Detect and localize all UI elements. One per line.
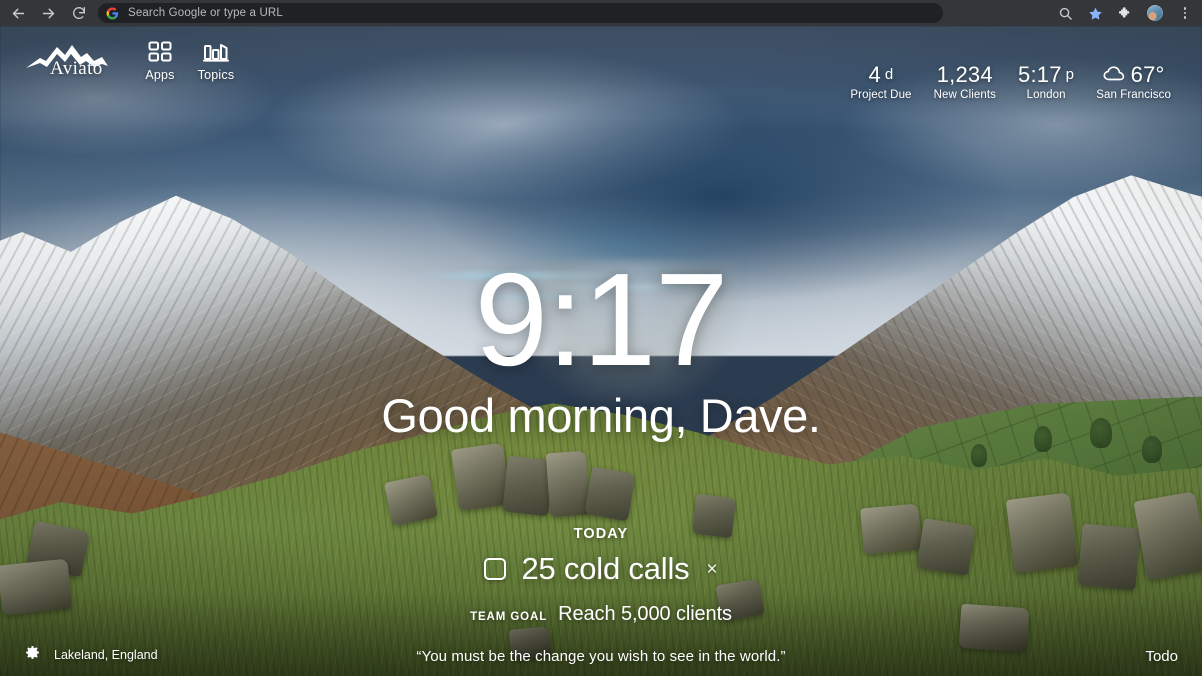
grid-apps-icon [148,41,172,62]
stat-london-time[interactable]: 5:17 p London [1007,62,1085,101]
stat-unit: p [1065,66,1075,83]
sidebar-item-apps[interactable]: Apps [132,41,188,82]
puzzle-piece-icon[interactable] [1117,5,1133,21]
stat-weather[interactable]: 67° San Francisco [1085,62,1182,101]
team-goal-text[interactable]: Reach 5,000 clients [558,603,732,626]
search-icon[interactable] [1057,5,1073,21]
address-bar[interactable]: Search Google or type a URL [98,3,943,23]
todo-link[interactable]: Todo [1145,648,1178,665]
unchecked-checkbox-icon[interactable] [484,558,507,580]
today-label: TODAY [573,526,629,542]
star-icon[interactable] [1087,5,1103,21]
navigation-buttons [0,5,87,22]
brand-logo[interactable]: Aviato [24,38,110,82]
address-bar-placeholder: Search Google or type a URL [128,7,283,19]
stat-new-clients[interactable]: 1,234 New Clients [923,62,1007,101]
stat-value: 1,234 [936,62,993,87]
stat-caption: Project Due [850,89,912,101]
cloud-icon [1103,62,1127,87]
avatar[interactable] [1147,5,1163,21]
stat-caption: London [1026,89,1066,101]
stat-value: 4 [868,62,881,87]
stat-caption: San Francisco [1096,89,1171,101]
clock: 9:17 [474,246,729,393]
greeting: Good morning, Dave. [381,389,821,442]
browser-toolbar: Search Google or type a URL [0,0,1202,26]
sidebar-item-label: Apps [145,68,175,82]
forward-arrow-icon[interactable] [40,5,57,22]
new-tab-page: Aviato Apps Topics 4 d Project Due 1,234… [0,26,1202,676]
todo-item: 25 cold calls × [0,551,1202,587]
stat-caption: New Clients [933,89,997,101]
stat-value: 67° [1130,62,1165,87]
team-goal-label: TEAM GOAL [470,611,548,623]
brand-name: Aviato [50,58,103,79]
quote-text: “You must be the change you wish to see … [416,648,786,665]
reload-icon[interactable] [70,5,87,22]
todo-task-text[interactable]: 25 cold calls [521,551,689,587]
stats-bar: 4d Project Due 1,234 New Clients 5:17 p L… [839,62,1182,101]
stat-unit: d [884,66,894,83]
stat-value: 5:17 [1018,62,1062,87]
sidebar-item-topics[interactable]: Topics [188,41,244,82]
bottom-bar: Lakeland, England “You must be the chang… [0,640,1202,668]
sidebar-item-label: Topics [197,68,235,82]
todo-block: TODAY 25 cold calls × TEAM GOAL Reach 5,… [0,526,1202,626]
toolbar-actions [1057,5,1202,21]
three-dot-menu-icon[interactable] [1177,5,1193,21]
bar-chart-topics-icon [203,44,229,62]
page-overlay: Aviato Apps Topics 4 d Project Due 1,234… [0,26,1202,676]
team-goal-row: TEAM GOAL Reach 5,000 clients [0,603,1202,626]
close-icon[interactable]: × [706,560,717,579]
google-logo-icon [106,7,119,20]
stat-project-due[interactable]: 4d Project Due [839,62,922,101]
back-arrow-icon[interactable] [10,5,27,22]
center-block: 9:17 Good morning, Dave. [0,246,1202,444]
top-left-nav: Aviato Apps Topics [24,38,244,82]
